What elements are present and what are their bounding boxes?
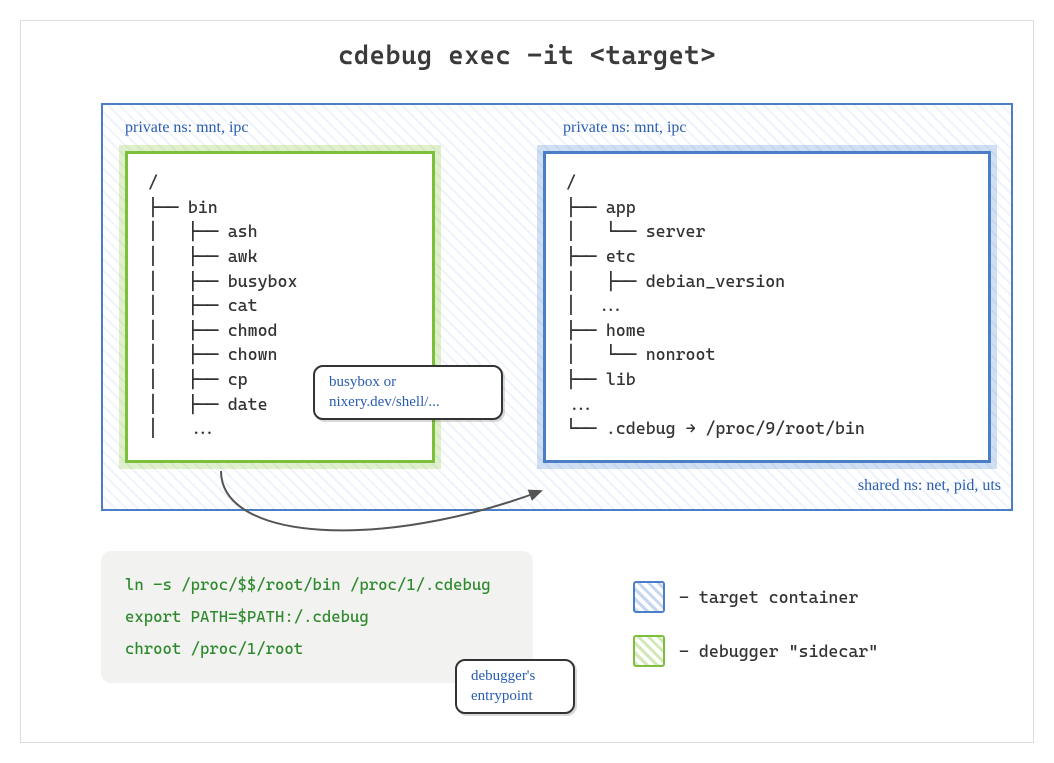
tree-line: │ ├── awk: [148, 244, 412, 269]
tree-line: ├── app: [566, 195, 968, 220]
tree-line: │ └── server: [566, 219, 968, 244]
tree-line: │ └── nonroot: [566, 342, 968, 367]
tree-line: ├── bin: [148, 195, 412, 220]
shared-ns-label: shared ns: net, pid, uts: [858, 477, 1001, 495]
tree-line: ...: [566, 392, 968, 417]
legend-label: - debugger "sidecar": [679, 641, 878, 661]
code-line: export PATH=$PATH:/.cdebug: [125, 601, 509, 633]
tree-line: │ ├── chown: [148, 342, 412, 367]
tree-line: │ ├── cat: [148, 293, 412, 318]
tree-line: │ ├── chmod: [148, 318, 412, 343]
swatch-blue-icon: [633, 581, 665, 613]
diagram-canvas: cdebug exec -it <target> private ns: mnt…: [20, 20, 1034, 743]
code-line: chroot /proc/1/root: [125, 633, 509, 665]
code-line: ln -s /proc/$$/root/bin /proc/1/.cdebug: [125, 569, 509, 601]
legend-row-target: - target container: [633, 581, 878, 613]
tree-line: │ ...: [148, 416, 412, 441]
tree-line: ├── lib: [566, 367, 968, 392]
tree-line: │ ...: [566, 293, 968, 318]
target-container-fs: / ├── app │ └── server ├── etc │ ├── deb…: [543, 151, 991, 463]
tree-root: /: [566, 170, 968, 195]
private-ns-label-blue: private ns: mnt, ipc: [563, 119, 687, 137]
tree-root: /: [148, 170, 412, 195]
busybox-callout: busybox or nixery.dev/shell/...: [313, 365, 503, 420]
diagram-title: cdebug exec -it <target>: [21, 41, 1033, 71]
tree-line: ├── etc: [566, 244, 968, 269]
private-ns-label-green: private ns: mnt, ipc: [125, 119, 249, 137]
swatch-green-icon: [633, 635, 665, 667]
tree-line: ├── home: [566, 318, 968, 343]
legend-label: - target container: [679, 587, 858, 607]
tree-line: └── .cdebug → /proc/9/root/bin: [566, 416, 968, 441]
legend: - target container - debugger "sidecar": [633, 581, 878, 689]
tree-line: │ ├── busybox: [148, 269, 412, 294]
legend-row-sidecar: - debugger "sidecar": [633, 635, 878, 667]
entrypoint-callout: debugger's entrypoint: [455, 659, 575, 714]
tree-line: │ ├── debian_version: [566, 269, 968, 294]
tree-line: │ ├── ash: [148, 219, 412, 244]
